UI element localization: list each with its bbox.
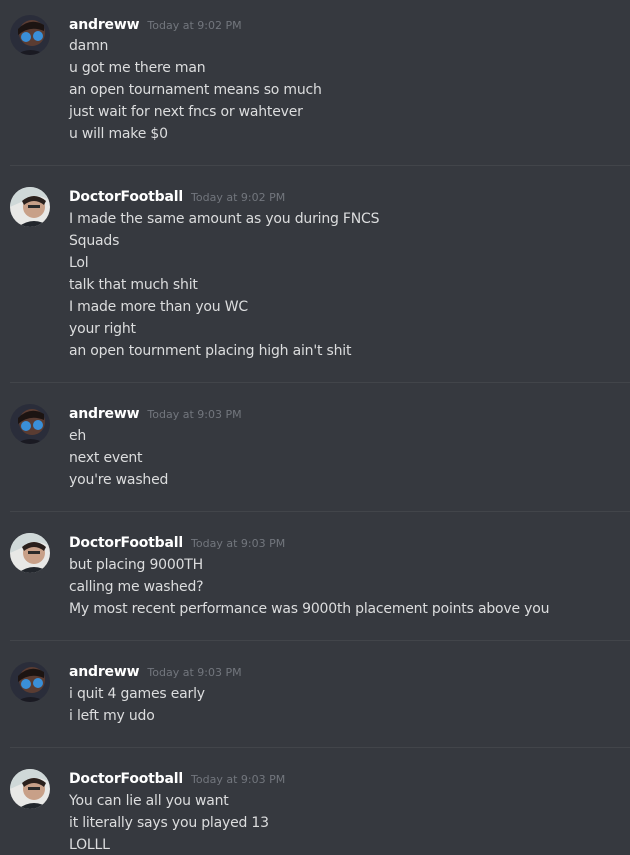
timestamp: Today at 9:03 PM <box>147 666 242 679</box>
message-line: Squads <box>69 233 120 249</box>
message-line: I made the same amount as you during FNC… <box>69 211 380 227</box>
message-line: You can lie all you want <box>69 793 229 809</box>
message-line: an open tournament means so much <box>69 82 322 98</box>
message-line: u will make $0 <box>69 126 168 142</box>
username[interactable]: andreww <box>69 664 140 680</box>
message-line: next event <box>69 450 143 466</box>
message-line: calling me washed? <box>69 579 204 595</box>
message-line: it literally says you played 13 <box>69 815 269 831</box>
message-line: i left my udo <box>69 708 155 724</box>
message-line: Lol <box>69 255 89 271</box>
avatar[interactable] <box>10 533 50 573</box>
message-line: but placing 9000TH <box>69 557 203 573</box>
username[interactable]: DoctorFootball <box>69 535 183 551</box>
message-divider <box>10 165 630 166</box>
message-divider <box>10 382 630 383</box>
message-line: damn <box>69 38 109 54</box>
avatar[interactable] <box>10 662 50 702</box>
timestamp: Today at 9:03 PM <box>191 537 286 550</box>
message-divider <box>10 747 630 748</box>
message-line: u got me there man <box>69 60 206 76</box>
message-line: My most recent performance was 9000th pl… <box>69 601 550 617</box>
message-line: i quit 4 games early <box>69 686 205 702</box>
username[interactable]: andreww <box>69 406 140 422</box>
message-divider <box>10 640 630 641</box>
message-line: just wait for next fncs or wahtever <box>69 104 303 120</box>
username[interactable]: DoctorFootball <box>69 771 183 787</box>
chat-messages: andreww Today at 9:02 PM damn u got me t… <box>0 0 630 855</box>
message-line: talk that much shit <box>69 277 198 293</box>
message-line: your right <box>69 321 136 337</box>
message-line: eh <box>69 428 87 444</box>
message-divider <box>10 511 630 512</box>
avatar[interactable] <box>10 15 50 55</box>
message-line: you're washed <box>69 472 169 488</box>
username[interactable]: andreww <box>69 17 140 33</box>
avatar[interactable] <box>10 187 50 227</box>
message-line: LOLLL <box>69 837 110 853</box>
timestamp: Today at 9:03 PM <box>147 408 242 421</box>
timestamp: Today at 9:02 PM <box>191 191 286 204</box>
message-line: an open tournment placing high ain't shi… <box>69 343 352 359</box>
timestamp: Today at 9:03 PM <box>191 773 286 786</box>
username[interactable]: DoctorFootball <box>69 189 183 205</box>
avatar[interactable] <box>10 404 50 444</box>
timestamp: Today at 9:02 PM <box>147 19 242 32</box>
avatar[interactable] <box>10 769 50 809</box>
message-line: I made more than you WC <box>69 299 248 315</box>
